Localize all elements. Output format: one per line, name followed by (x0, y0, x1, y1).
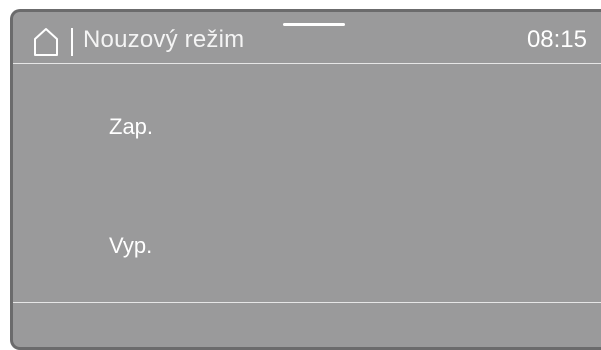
clock: 08:15 (526, 26, 587, 53)
option-on[interactable]: Zap. (13, 100, 601, 158)
header-divider (13, 63, 601, 64)
option-off-label: Vyp. (109, 233, 153, 258)
page-title: Nouzový režim (83, 26, 245, 53)
option-on-label: Zap. (109, 114, 154, 139)
home-icon (34, 28, 58, 56)
header-separator (71, 28, 73, 56)
device-bezel: Nouzový režim 08:15 Zap. Vyp. (0, 0, 601, 350)
header-bar: Nouzový režim 08:15 (13, 12, 601, 64)
option-off[interactable]: Vyp. (13, 219, 601, 277)
home-button[interactable] (33, 27, 59, 57)
footer-divider (13, 302, 601, 303)
display-screen: Nouzový režim 08:15 Zap. Vyp. (10, 9, 601, 350)
